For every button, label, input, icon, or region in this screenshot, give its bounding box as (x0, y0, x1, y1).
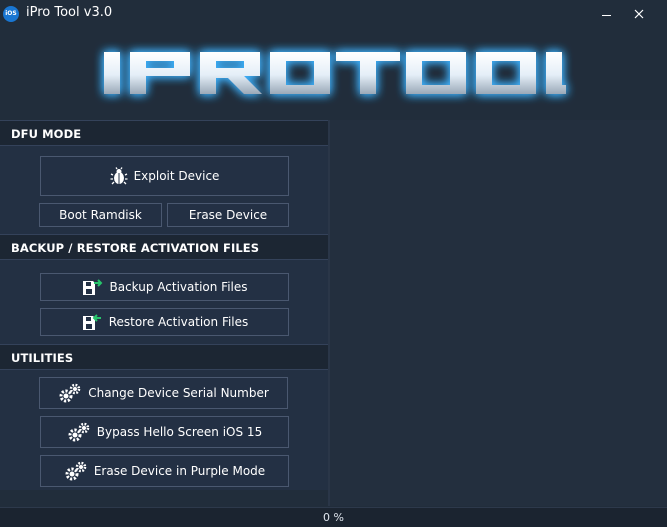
gears-icon (64, 460, 88, 482)
erase-purple-mode-label: Erase Device in Purple Mode (93, 464, 266, 478)
close-icon (634, 9, 644, 19)
bypass-hello-screen-label: Bypass Hello Screen iOS 15 (96, 425, 263, 439)
dfu-mode-title: DFU MODE (11, 127, 82, 141)
erase-device-button[interactable]: Erase Device (167, 203, 289, 227)
left-panel: DFU MODE Exploit Device Boot Ramdisk Era… (0, 120, 330, 506)
backup-activation-files-label: Backup Activation Files (109, 280, 248, 294)
floppy-import-icon (81, 313, 103, 331)
progress-bar: 0 % (0, 507, 667, 527)
ipro-tool-logo (104, 52, 566, 94)
utilities-title: UTILITIES (11, 351, 74, 365)
exploit-device-button[interactable]: Exploit Device (40, 156, 289, 196)
bypass-hello-screen-button[interactable]: Bypass Hello Screen iOS 15 (40, 416, 289, 448)
boot-ramdisk-button[interactable]: Boot Ramdisk (39, 203, 162, 227)
backup-restore-header: BACKUP / RESTORE ACTIVATION FILES (0, 234, 328, 260)
gears-icon (67, 421, 91, 443)
title-bar: iOS iPro Tool v3.0 (0, 0, 667, 30)
floppy-export-icon (81, 278, 103, 296)
boot-ramdisk-label: Boot Ramdisk (59, 208, 142, 222)
restore-activation-files-label: Restore Activation Files (108, 315, 249, 329)
utilities-section: Change Device Serial Number Bypass Hello… (0, 370, 328, 490)
minimize-icon (602, 15, 611, 16)
close-button[interactable] (624, 2, 654, 26)
log-panel (330, 120, 667, 506)
dfu-mode-section: Exploit Device Boot Ramdisk Erase Device (0, 146, 328, 234)
utilities-header: UTILITIES (0, 344, 328, 370)
exploit-device-label: Exploit Device (133, 169, 220, 183)
erase-device-label: Erase Device (188, 208, 268, 222)
erase-purple-mode-button[interactable]: Erase Device in Purple Mode (40, 455, 289, 487)
progress-text: 0 % (323, 511, 344, 524)
backup-restore-section: Backup Activation Files Restore Activati… (0, 260, 328, 344)
backup-restore-title: BACKUP / RESTORE ACTIVATION FILES (11, 241, 260, 255)
app-icon: iOS (3, 6, 19, 22)
gears-icon (58, 382, 82, 404)
restore-activation-files-button[interactable]: Restore Activation Files (40, 308, 289, 336)
logo-banner (0, 30, 667, 118)
dfu-mode-header: DFU MODE (0, 120, 328, 146)
window-title: iPro Tool v3.0 (26, 5, 113, 20)
change-serial-button[interactable]: Change Device Serial Number (39, 377, 288, 409)
backup-activation-files-button[interactable]: Backup Activation Files (40, 273, 289, 301)
minimize-button[interactable] (592, 2, 622, 26)
change-serial-label: Change Device Serial Number (88, 386, 269, 400)
bug-icon (110, 167, 128, 185)
